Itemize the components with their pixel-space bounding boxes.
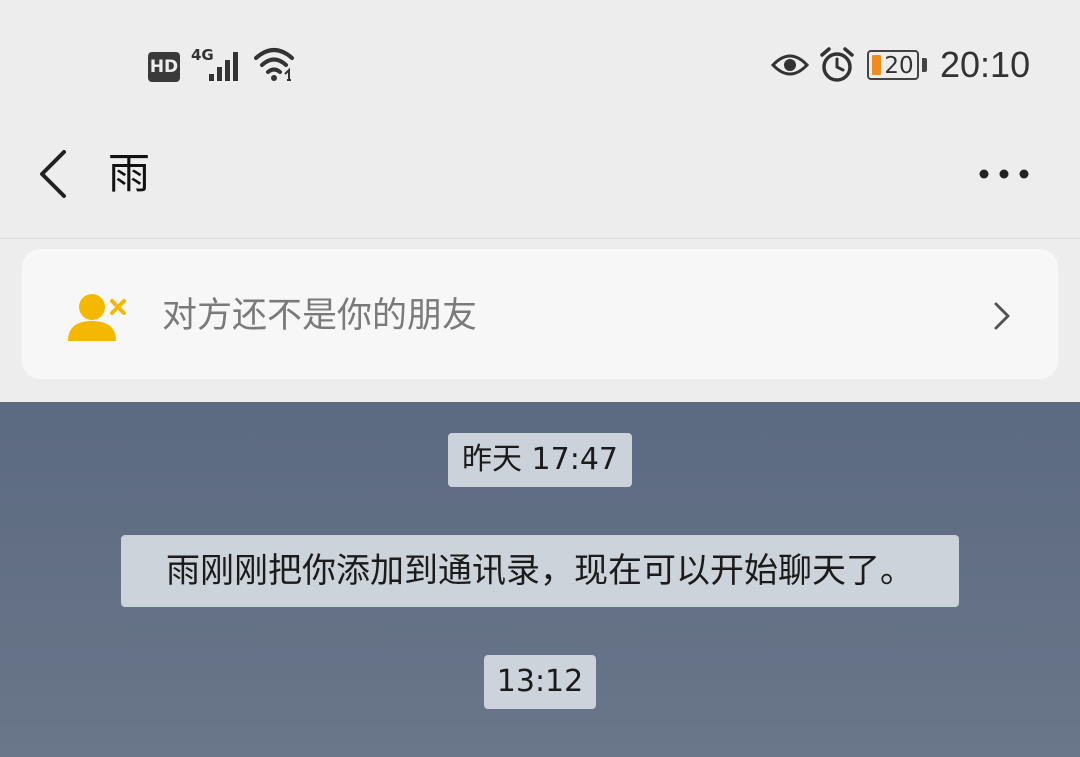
- back-chevron-icon[interactable]: [36, 148, 72, 200]
- more-dots-icon[interactable]: [976, 162, 1032, 186]
- signal-icon: [209, 52, 238, 81]
- battery-fill: [872, 55, 881, 75]
- battery-tip: [922, 58, 927, 72]
- eye-icon: [771, 54, 809, 76]
- wifi-icon: [254, 48, 294, 81]
- battery-level: 20: [884, 53, 914, 79]
- not-friend-banner[interactable]: 对方还不是你的朋友: [22, 249, 1058, 379]
- status-time: 20:10: [940, 44, 1031, 85]
- hd-badge: HD: [148, 52, 180, 82]
- timestamp-label: 昨天 17:47: [448, 433, 632, 487]
- chevron-right-icon: [994, 302, 1010, 330]
- system-message: 雨刚刚把你添加到通讯录，现在可以开始聊天了。: [121, 535, 959, 607]
- chat-title: 雨: [108, 149, 151, 198]
- timestamp-label: 13:12: [484, 655, 596, 709]
- chat-header: [0, 120, 1080, 238]
- user-remove-icon: [68, 294, 126, 341]
- status-bar: HD 4G 20 20:10: [0, 0, 1080, 120]
- not-friend-text: 对方还不是你的朋友: [162, 296, 478, 336]
- alarm-icon: [820, 47, 854, 82]
- battery-icon: 20: [867, 50, 919, 80]
- chat-screen: HD 4G 20 20:10 雨 对方还不是你的朋友 昨天 17:47 雨刚刚把…: [0, 0, 1080, 757]
- header-divider: [0, 238, 1080, 239]
